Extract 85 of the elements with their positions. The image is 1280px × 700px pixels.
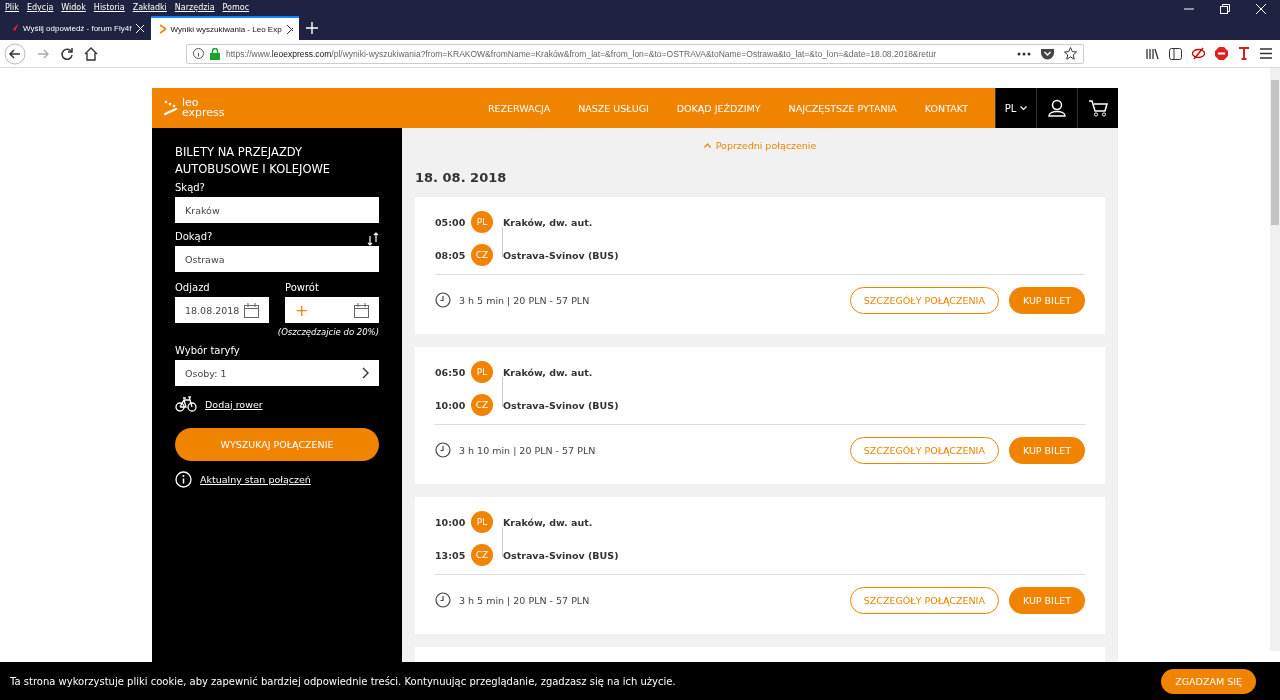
- bicycle-icon: [175, 396, 197, 412]
- trip-summary: 3 h 10 min | 20 PLN - 57 PLN: [459, 444, 597, 456]
- url-text: https://www.leoexpress.com/pl/wyniki-wyszukiwania?from=KRAKOW&fromName=Kraków&from_lat=&from_lon=&to=OSTRAVA&toName=Ostrawa&to_lat=&to_lon=&date=18.08.2018&retur: [226, 48, 937, 59]
- clock-icon: [435, 442, 451, 458]
- arrival-time: 10:00: [435, 399, 467, 411]
- clock-icon: [435, 592, 451, 608]
- country-badge: CZ: [471, 244, 493, 266]
- clock-icon: [435, 292, 451, 308]
- field-label: Skąd?: [175, 182, 206, 193]
- calendar-icon: [244, 302, 259, 318]
- departure-time: 06:50: [435, 366, 467, 378]
- new-tab-icon[interactable]: [306, 22, 318, 34]
- more-icon[interactable]: [1017, 51, 1031, 56]
- chevron-icon: [157, 23, 166, 35]
- account-button[interactable]: [1036, 88, 1077, 128]
- trip-summary: 3 h 5 min | 20 PLN - 57 PLN: [459, 594, 591, 606]
- address-bar[interactable]: https://www.leoexpress.com/pl/wyniki-wyszukiwania?from=KRAKOW&fromName=Kraków&from_lat=&from_lon=&to=OSTRAVA&toName=Ostrawa&to_lat=&to_lon=&date=18.08.2018&retur: [186, 43, 1084, 64]
- station-name: Ostrava-Svinov (BUS): [503, 399, 619, 411]
- to-field[interactable]: Ostrawa: [175, 246, 379, 272]
- menu-item[interactable]: Widok: [61, 2, 86, 12]
- country-badge: PL: [471, 211, 493, 233]
- country-badge: PL: [471, 511, 493, 533]
- logo-text: leo: [182, 98, 200, 108]
- field-label: Dokąd?: [175, 231, 213, 242]
- reload-icon[interactable]: [60, 46, 74, 61]
- departure-time: 05:00: [435, 216, 467, 228]
- back-icon[interactable]: [4, 42, 26, 65]
- departure-time: 10:00: [435, 516, 467, 528]
- station-name: Kraków, dw. aut.: [503, 216, 593, 228]
- browser-tab[interactable]: Wyniki wyszukiwania - Leo Exp: [151, 16, 299, 40]
- caret-up-icon: [703, 143, 711, 148]
- add-bike-link[interactable]: Dodaj rower: [205, 398, 263, 410]
- user-icon: [1048, 99, 1066, 117]
- menu-icon[interactable]: [1260, 48, 1272, 59]
- station-name: Kraków, dw. aut.: [503, 366, 593, 378]
- country-badge: PL: [471, 361, 493, 383]
- blocked-eye-icon[interactable]: [1192, 47, 1205, 60]
- chevron-icon: [362, 367, 369, 379]
- close-icon[interactable]: [286, 24, 293, 34]
- logo-text: express: [182, 108, 225, 118]
- status-link[interactable]: Aktualny stan połączeń: [200, 474, 311, 485]
- menu-item[interactable]: Plik: [5, 2, 19, 12]
- info-icon: [175, 471, 192, 488]
- from-field[interactable]: Kraków: [175, 197, 379, 223]
- results-date: 18. 08. 2018: [415, 170, 508, 185]
- restore-icon[interactable]: [1220, 4, 1230, 14]
- swap-icon[interactable]: [367, 232, 379, 246]
- discount-note: (Oszczędzajcie do 20%): [276, 327, 379, 337]
- station-name: Ostrava-Svinov (BUS): [503, 249, 619, 261]
- logo-mark-icon: [164, 100, 178, 116]
- date-field[interactable]: 18.08.2018: [175, 297, 269, 323]
- country-badge: CZ: [471, 394, 493, 416]
- form-title: BILETY NA PRZEJAZDY AUTOBUSOWE I KOLEJOWE: [175, 144, 332, 178]
- cookie-text: Ta strona wykorzystuje pliki cookie, aby zapewnić bardziej odpowiednie treści. Kontynuując przeglądanie, zgadzasz się na ich użycie.: [10, 675, 677, 687]
- field-label: Wybór taryfy: [175, 345, 241, 356]
- language-selector[interactable]: PL: [995, 88, 1036, 128]
- calendar-icon: [354, 302, 369, 318]
- library-icon[interactable]: [1146, 47, 1159, 60]
- station-name: Kraków, dw. aut.: [503, 516, 593, 528]
- lock-icon: [210, 47, 220, 60]
- menu-item[interactable]: Zakładki: [132, 2, 167, 12]
- adblock-icon[interactable]: [1215, 47, 1228, 60]
- station-name: Ostrava-Svinov (BUS): [503, 549, 619, 561]
- menu-item[interactable]: Historia: [93, 2, 125, 12]
- field-label: Powrót: [285, 282, 320, 293]
- field-label: Odjazd: [175, 282, 211, 293]
- star-icon[interactable]: [1064, 47, 1077, 60]
- menu-item[interactable]: Edycja: [26, 2, 54, 12]
- sidebar-icon[interactable]: [1169, 47, 1182, 60]
- country-badge: CZ: [471, 544, 493, 566]
- cart-icon: [1088, 99, 1108, 117]
- info-icon: [193, 48, 204, 59]
- scrollbar[interactable]: [1270, 68, 1280, 651]
- browser-tab[interactable]: Wyślij odpowiedź - forum Fly4f: [2, 16, 150, 40]
- fare-selector[interactable]: Osoby: 1: [175, 360, 379, 386]
- menu-item[interactable]: Narzędzia: [174, 2, 215, 12]
- trip-summary: 3 h 5 min | 20 PLN - 57 PLN: [459, 294, 591, 306]
- arrival-time: 13:05: [435, 549, 467, 561]
- menu-item[interactable]: Pomoc: [222, 2, 250, 12]
- home-icon[interactable]: [84, 46, 98, 61]
- caret-icon: [1020, 105, 1028, 111]
- pocket-icon[interactable]: [1041, 47, 1054, 60]
- t-icon[interactable]: [1238, 47, 1250, 60]
- cart-button[interactable]: [1077, 88, 1118, 128]
- arrival-time: 08:05: [435, 249, 467, 261]
